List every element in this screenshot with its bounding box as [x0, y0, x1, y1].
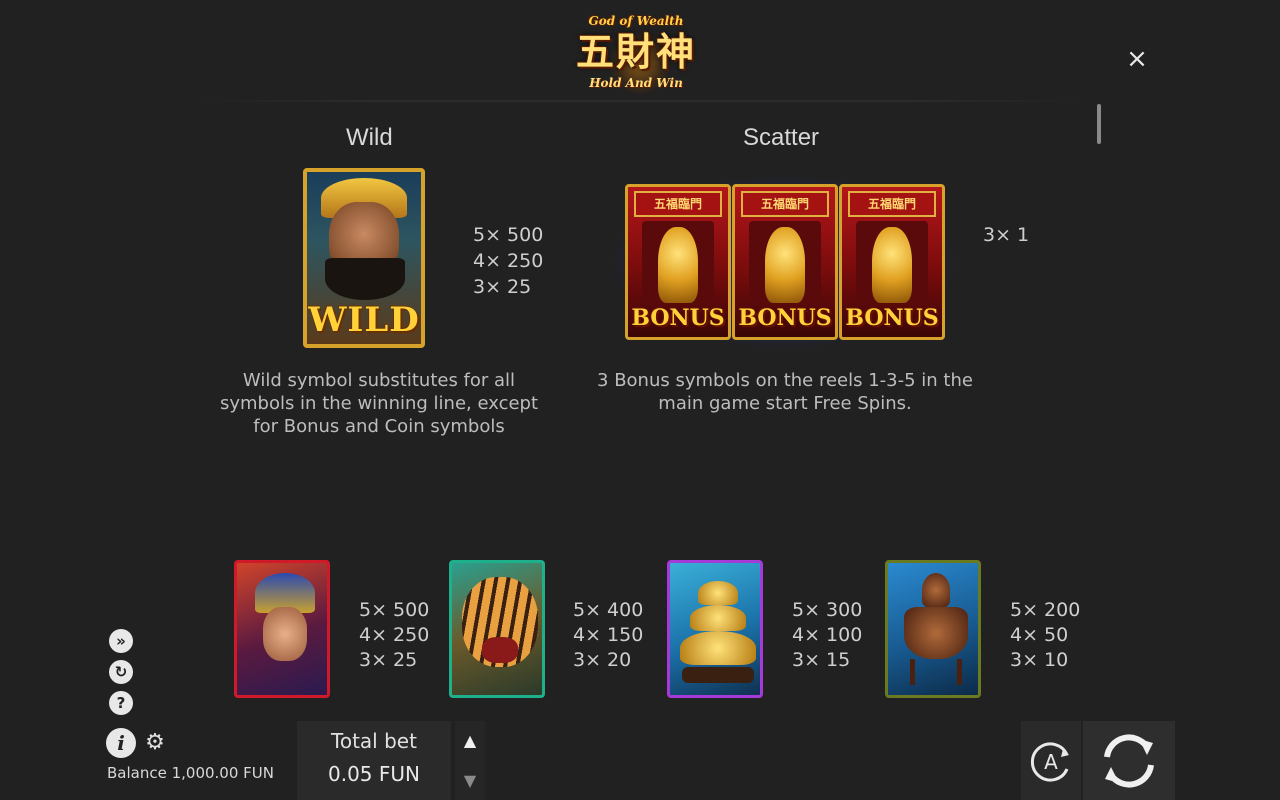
divider: [200, 100, 1080, 102]
close-icon[interactable]: ×: [1124, 46, 1150, 72]
bet-decrease-icon[interactable]: ▼: [455, 771, 485, 790]
scrollbar-thumb[interactable]: [1097, 104, 1101, 144]
bonus-symbol: 五福臨門 BONUS: [732, 184, 838, 340]
balance-display: Balance 1,000.00 FUN: [107, 764, 274, 782]
svg-text:A: A: [1044, 750, 1058, 774]
turbo-icon[interactable]: »: [109, 629, 133, 653]
bet-stepper: ▲ ▼: [455, 721, 485, 800]
bronze-urn-pays: 5× 200 4× 50 3× 10: [1010, 599, 1081, 671]
gold-ingot-symbol: [667, 560, 763, 698]
scatter-title: Scatter: [743, 124, 820, 151]
autoplay-icon: A: [1030, 742, 1069, 782]
help-icon[interactable]: ?: [109, 691, 133, 715]
wild-pays: 5× 500 4× 250 3× 25: [473, 224, 544, 298]
total-bet-value: 0.05 FUN: [328, 762, 420, 786]
info-icon[interactable]: i: [106, 728, 136, 758]
emperor-pays: 5× 500 4× 250 3× 25: [359, 599, 430, 671]
bonus-symbol: 五福臨門 BONUS: [839, 184, 945, 340]
paytable-screen: God of Wealth 五財神 Hold And Win × Wild WI…: [0, 0, 1280, 800]
total-bet-panel: Total bet 0.05 FUN: [297, 721, 451, 800]
autoplay-button[interactable]: A: [1021, 721, 1081, 800]
wild-symbol: WILD: [303, 168, 425, 348]
total-bet-label: Total bet: [331, 729, 417, 753]
spin-icon: [1104, 734, 1154, 788]
bonus-symbol: 五福臨門 BONUS: [625, 184, 731, 340]
emperor-symbol: [234, 560, 330, 698]
replay-icon[interactable]: ↻: [109, 660, 133, 684]
scatter-pays: 3× 1: [983, 224, 1030, 246]
gold-ingot-pays: 5× 300 4× 100 3× 15: [792, 599, 863, 671]
gear-icon[interactable]: ⚙: [143, 731, 167, 755]
wild-description: Wild symbol substitutes for all symbols …: [219, 370, 539, 437]
scatter-description: 3 Bonus symbols on the reels 1-3-5 in th…: [597, 370, 973, 414]
bronze-urn-symbol: [885, 560, 981, 698]
tiger-pays: 5× 400 4× 150 3× 20: [573, 599, 644, 671]
spin-button[interactable]: [1083, 721, 1175, 800]
bet-increase-icon[interactable]: ▲: [455, 731, 485, 750]
tiger-symbol: [449, 560, 545, 698]
wild-title: Wild: [346, 124, 393, 151]
game-logo: God of Wealth 五財神 Hold And Win: [560, 12, 712, 98]
